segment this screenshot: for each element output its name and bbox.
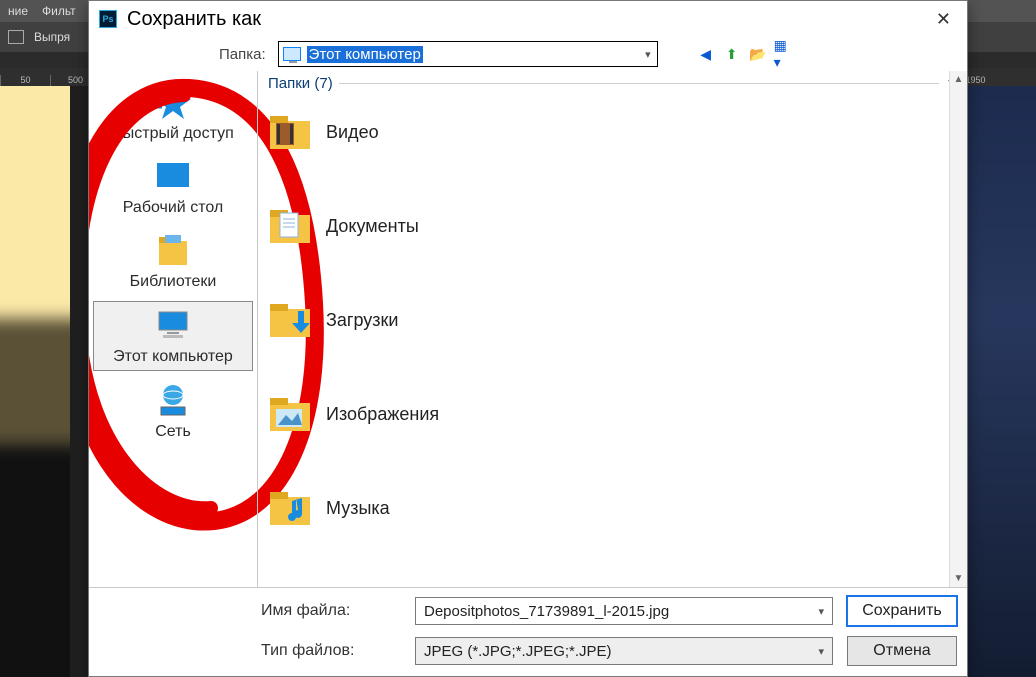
filetype-label: Тип файлов: (261, 642, 401, 660)
quick-access-icon (153, 85, 193, 121)
folder-content: Папки (7) ⌃ Видео Документы (257, 71, 967, 587)
chevron-down-icon: ▾ (818, 605, 824, 618)
places-bar: Быстрый доступ Рабочий стол Библиотеки Э… (89, 71, 257, 587)
place-this-pc[interactable]: Этот компьютер (93, 301, 253, 371)
item-label: Изображения (326, 404, 439, 425)
place-libraries[interactable]: Библиотеки (93, 227, 253, 295)
up-icon[interactable]: ⬆ (722, 44, 742, 64)
desktop-icon (153, 159, 193, 195)
list-item[interactable]: Загрузки (268, 291, 957, 349)
filename-value: Depositphotos_71739891_l-2015.jpg (424, 603, 669, 620)
close-icon[interactable]: ✕ (930, 7, 957, 32)
filename-input[interactable]: Depositphotos_71739891_l-2015.jpg ▾ (415, 597, 833, 625)
scrollbar[interactable]: ▲ ▼ (949, 71, 967, 587)
filename-label: Имя файла: (261, 602, 401, 620)
this-pc-icon (283, 47, 301, 61)
ps-menu-item[interactable]: Фильт (42, 4, 76, 18)
folder-combo[interactable]: Этот компьютер ▾ (278, 41, 658, 67)
view-menu-icon[interactable]: ▦ ▾ (774, 44, 794, 64)
place-label: Этот компьютер (96, 348, 250, 366)
documents-icon (268, 204, 312, 248)
ps-tool-icon[interactable] (8, 30, 24, 44)
new-folder-icon[interactable]: 📂 (748, 44, 768, 64)
item-list[interactable]: Видео Документы Загрузки (258, 95, 967, 587)
music-icon (268, 486, 312, 530)
image-fragment-left (0, 86, 70, 677)
folder-value: Этот компьютер (307, 46, 423, 63)
place-network[interactable]: Сеть (93, 377, 253, 445)
scroll-up-icon[interactable]: ▲ (954, 71, 964, 88)
save-as-dialog: Ps Сохранить как ✕ Папка: Этот компьютер… (88, 0, 968, 677)
place-label: Библиотеки (95, 273, 251, 291)
chevron-down-icon: ▾ (818, 645, 824, 658)
place-label: Быстрый доступ (95, 125, 251, 143)
back-icon[interactable]: ◀ (696, 44, 716, 64)
chevron-down-icon: ▾ (645, 48, 651, 61)
place-label: Рабочий стол (95, 199, 251, 217)
item-label: Документы (326, 216, 419, 237)
toolbar-icons: ◀ ⬆ 📂 ▦ ▾ (696, 44, 794, 64)
item-label: Загрузки (326, 310, 398, 331)
filetype-value: JPEG (*.JPG;*.JPEG;*.JPE) (424, 643, 612, 660)
group-header[interactable]: Папки (7) ⌃ (258, 71, 967, 95)
downloads-icon (268, 298, 312, 342)
dialog-title: Сохранить как (127, 8, 261, 31)
folder-row: Папка: Этот компьютер ▾ ◀ ⬆ 📂 ▦ ▾ (89, 37, 967, 71)
place-quick-access[interactable]: Быстрый доступ (93, 79, 253, 147)
list-item[interactable]: Музыка (268, 479, 957, 537)
image-fragment-right (966, 86, 1036, 677)
save-button[interactable]: Сохранить (847, 596, 957, 626)
libraries-icon (153, 233, 193, 269)
network-icon (153, 383, 193, 419)
dialog-title-bar: Ps Сохранить как ✕ (89, 1, 967, 37)
filetype-combo[interactable]: JPEG (*.JPG;*.JPEG;*.JPE) ▾ (415, 637, 833, 665)
cancel-button[interactable]: Отмена (847, 636, 957, 666)
dialog-bottom: Имя файла: Depositphotos_71739891_l-2015… (89, 587, 967, 676)
list-item[interactable]: Изображения (268, 385, 957, 443)
ps-menu-item[interactable]: ние (8, 4, 28, 18)
folder-label: Папка: (219, 46, 266, 63)
photoshop-icon: Ps (99, 10, 117, 28)
group-title: Папки (7) (268, 75, 333, 92)
list-item[interactable]: Видео (268, 103, 957, 161)
list-item[interactable]: Документы (268, 197, 957, 255)
place-label: Сеть (95, 423, 251, 441)
ps-tool-label: Выпря (34, 30, 70, 44)
item-label: Музыка (326, 498, 390, 519)
this-pc-icon (153, 308, 193, 344)
item-label: Видео (326, 122, 379, 143)
place-desktop[interactable]: Рабочий стол (93, 153, 253, 221)
scroll-down-icon[interactable]: ▼ (954, 570, 964, 587)
pictures-icon (268, 392, 312, 436)
videos-icon (268, 110, 312, 154)
